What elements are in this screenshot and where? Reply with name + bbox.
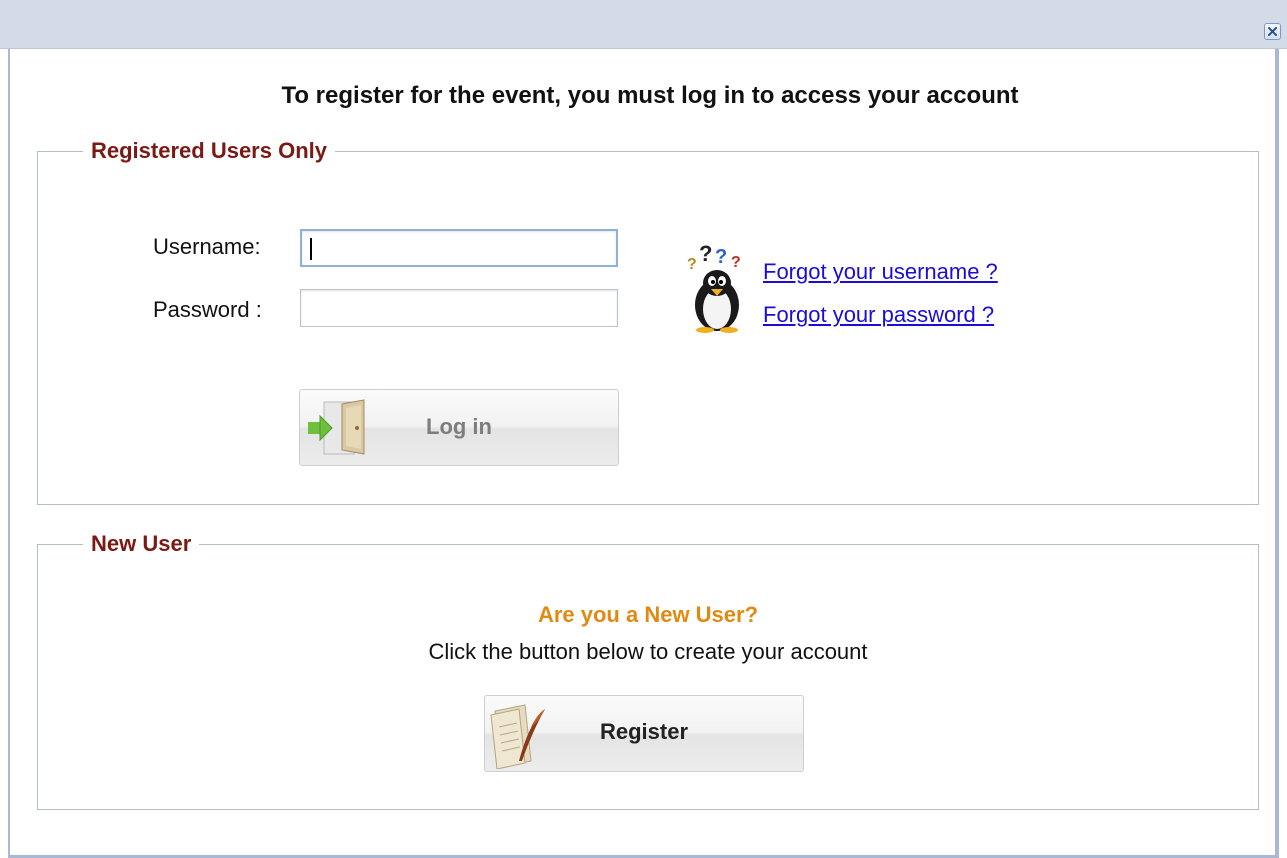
penguin-help-icon: ? ? ? ? <box>687 243 741 333</box>
new-user-instruction: Click the button below to create your ac… <box>428 639 868 664</box>
username-label: Username: <box>153 234 261 259</box>
page-title: To register for the event, you must log … <box>281 82 1019 109</box>
new-user-question: Are you a New User? <box>537 602 759 627</box>
new-user-legend: New User <box>83 529 200 559</box>
svg-text:?: ? <box>687 256 697 273</box>
login-button[interactable]: Log in <box>299 389 619 466</box>
register-button[interactable]: Register <box>484 695 804 772</box>
svg-text:?: ? <box>699 243 712 266</box>
password-input[interactable] <box>300 289 618 327</box>
registered-users-legend: Registered Users Only <box>83 136 335 166</box>
forgot-username-link[interactable]: Forgot your username ? <box>763 259 998 285</box>
dialog-titlebar <box>0 0 1287 49</box>
svg-text:?: ? <box>731 254 741 271</box>
password-label: Password : <box>153 297 262 322</box>
text-caret <box>310 238 312 260</box>
new-user-fieldset: New User Are you a New User? Click the b… <box>37 529 1259 810</box>
register-button-label: Register <box>599 719 689 744</box>
close-button[interactable] <box>1264 23 1281 40</box>
registered-users-fieldset: Registered Users Only Username: Password… <box>37 136 1259 505</box>
username-input[interactable] <box>300 229 618 267</box>
dialog-border-right <box>1275 49 1279 858</box>
dialog-border-left <box>8 49 10 858</box>
login-button-label: Log in <box>426 414 492 439</box>
close-icon <box>1268 27 1277 36</box>
svg-text:?: ? <box>715 246 727 268</box>
forgot-password-link[interactable]: Forgot your password ? <box>763 302 994 328</box>
